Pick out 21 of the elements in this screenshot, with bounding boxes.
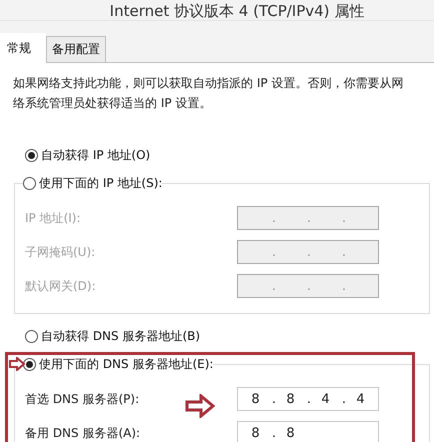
field-label: IP 地址(I): xyxy=(25,210,81,226)
tab[interactable]: 常规 xyxy=(0,33,46,63)
radio-label[interactable]: 自动获得 DNS 服务器地址(B) xyxy=(41,328,200,344)
radio-button[interactable] xyxy=(25,330,38,342)
radio-label[interactable]: 使用下面的 IP 地址(S): xyxy=(39,174,162,192)
radio-button[interactable] xyxy=(25,148,38,162)
radio-label[interactable]: 使用下面的 DNS 服务器地址(E): xyxy=(39,356,214,372)
ip-address-field[interactable]: 8 . 8 xyxy=(237,421,379,442)
field-label: 备用 DNS 服务器(A): xyxy=(25,424,140,442)
radio-label[interactable]: 自动获得 IP 地址(O) xyxy=(41,146,150,164)
window-title: Internet 协议版本 4 (TCP/IPv4) 属性 xyxy=(110,2,364,20)
radio-button[interactable] xyxy=(23,176,36,190)
field-label: 首选 DNS 服务器(P): xyxy=(25,390,140,408)
description-text: 如果网络支持此功能，则可以获取自动指派的 IP 设置。否则，你需要从网络系统管理员处获得适当的 IP 设置。 xyxy=(13,75,404,112)
field-label: 默认网关(D): xyxy=(25,278,96,294)
ip-address-field[interactable]: 8 . 8 . 4 . 4 xyxy=(237,387,379,411)
radio-button[interactable] xyxy=(23,358,36,370)
tab[interactable]: 备用配置 xyxy=(46,36,106,62)
field-label: 子网掩码(U): xyxy=(25,244,96,260)
arrow-icon xyxy=(9,357,25,371)
arrow-icon xyxy=(185,394,215,418)
